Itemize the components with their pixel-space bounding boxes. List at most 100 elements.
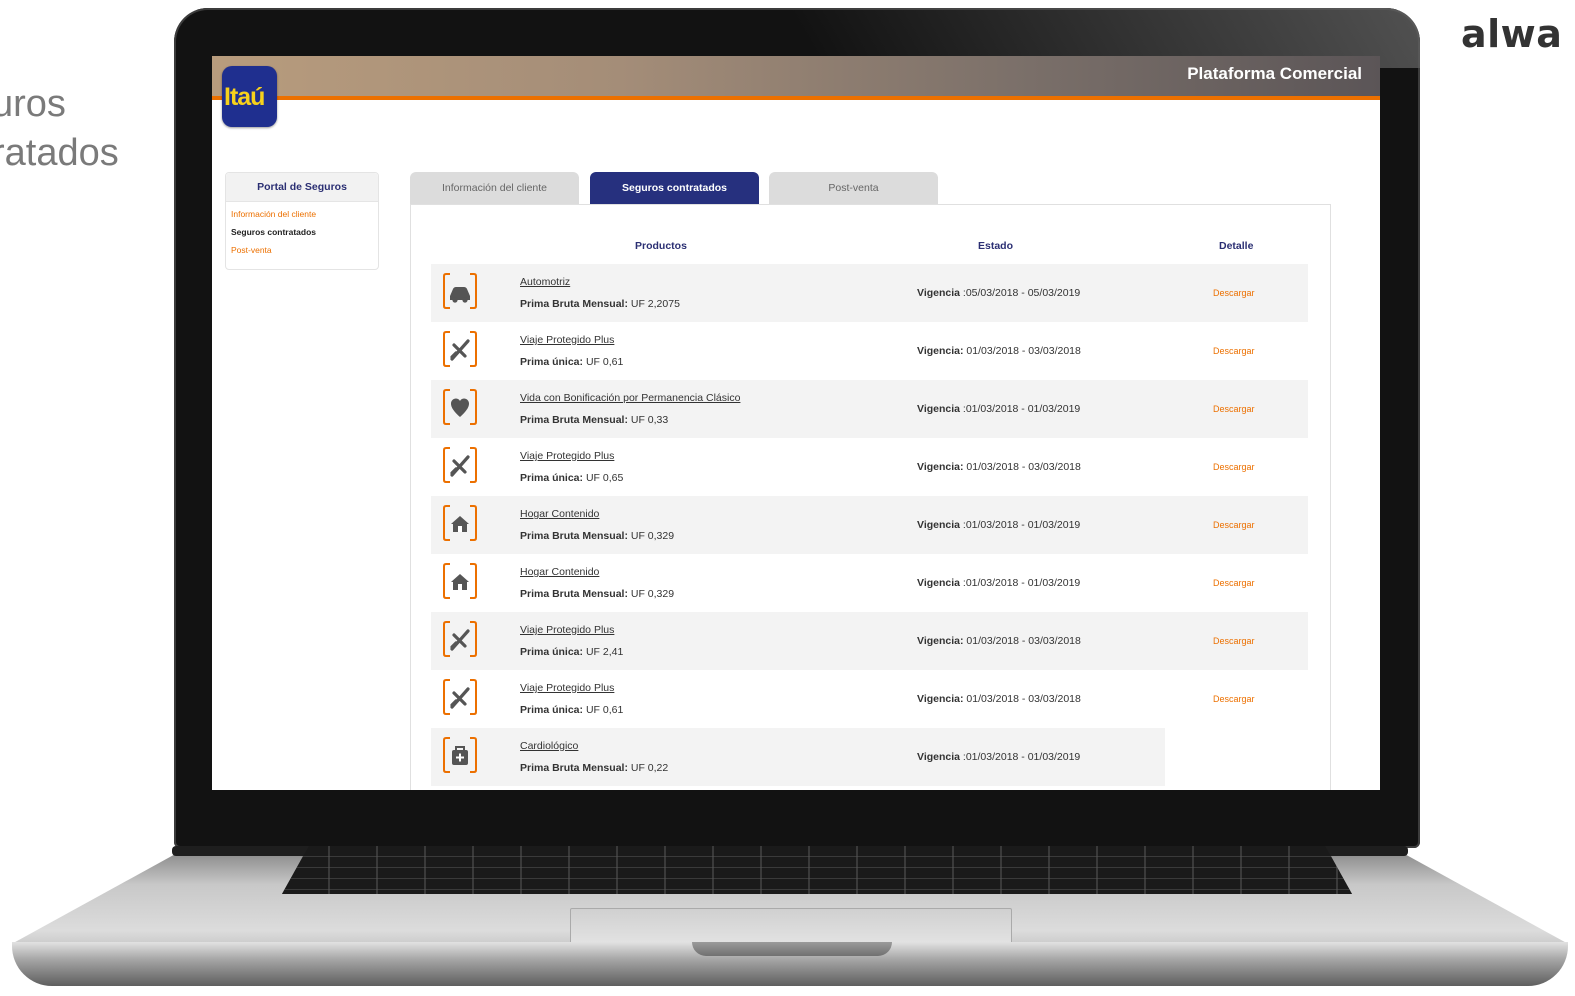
vigencia-dates: :01/03/2018 - 01/03/2019 [962,577,1081,589]
download-link[interactable]: Descargar [1213,404,1255,414]
slide-title-line-2: ratados [0,132,119,174]
laptop-screen: Plataforma Comercial Itaú Portal de Segu… [212,56,1380,790]
premium-label: Prima única: [520,646,584,658]
table-row: Hogar Contenido Prima Bruta Mensual: UF 0… [431,554,1308,612]
vigencia-label: Vigencia [917,751,960,763]
vigencia-dates: :05/03/2018 - 05/03/2019 [962,287,1081,299]
column-header-productos: Productos [635,240,687,252]
premium-value: UF 2,41 [585,646,624,658]
vigencia-label: Vigencia [917,287,960,299]
vigencia-dates: 01/03/2018 - 03/03/2018 [966,635,1081,647]
premium-label: Prima Bruta Mensual: [520,530,628,542]
slide-title: uros ratados [0,80,119,178]
vigencia-dates: :01/03/2018 - 01/03/2019 [962,751,1081,763]
itau-logo[interactable]: Itaú [222,66,277,127]
table-row: Viaje Protegido Plus Prima única: UF 0,61… [431,670,1308,728]
logo-text: Itaú [224,83,265,111]
premium-label: Prima Bruta Mensual: [520,588,628,600]
premium-label: Prima Bruta Mensual: [520,762,628,774]
table-row: Viaje Protegido Plus Prima única: UF 0,61… [431,322,1308,380]
vigencia-label: Vigencia: [917,461,964,473]
vigencia-status: Vigencia: 01/03/2018 - 03/03/2018 [917,461,1081,473]
column-header-estado: Estado [978,240,1014,252]
download-link[interactable]: Descargar [1213,520,1255,530]
table-row: Viaje Protegido Plus Prima única: UF 0,65… [431,438,1308,496]
premium-value: UF 0,329 [630,530,675,542]
brand-logo-text: alwa [1461,12,1563,56]
product-premium: Prima única: UF 0,61 [520,356,623,368]
house-icon [443,505,477,541]
vigencia-label: Vigencia: [917,345,964,357]
product-name-link[interactable]: Automotriz [520,276,570,288]
vigencia-status: Vigencia :01/03/2018 - 01/03/2019 [917,577,1080,589]
premium-value: UF 2,2075 [630,298,680,310]
trackpad [570,908,1012,944]
top-bar-accent-stripe [212,96,1380,100]
product-premium: Prima única: UF 0,65 [520,472,623,484]
column-header-detalle: Detalle [1219,240,1254,252]
sidebar-title: Portal de Seguros [226,173,378,202]
product-name-link[interactable]: Hogar Contenido [520,566,599,578]
premium-value: UF 0,33 [630,414,669,426]
sidebar-item-post-venta[interactable]: Post-venta [231,241,378,259]
vigencia-dates: 01/03/2018 - 03/03/2018 [966,461,1081,473]
premium-value: UF 0,61 [585,704,624,716]
tab-post-venta[interactable]: Post-venta [769,172,938,204]
table-row: Automotriz Prima Bruta Mensual: UF 2,2075… [431,264,1308,322]
tab-seguros-contratados[interactable]: Seguros contratados [590,172,759,204]
premium-value: UF 0,22 [630,762,669,774]
platform-title: Plataforma Comercial [1187,64,1362,83]
vigencia-label: Vigencia [917,403,960,415]
premium-label: Prima única: [520,472,584,484]
download-link[interactable]: Descargar [1213,578,1255,588]
tab-informacion-cliente[interactable]: Información del cliente [410,172,579,204]
product-name-link[interactable]: Viaje Protegido Plus [520,624,614,636]
download-link[interactable]: Descargar [1213,288,1255,298]
keyboard [282,846,1352,894]
sidebar-item-informacion-cliente[interactable]: Información del cliente [231,205,378,223]
premium-label: Prima única: [520,356,584,368]
product-name-link[interactable]: Viaje Protegido Plus [520,450,614,462]
sidebar: Portal de Seguros Información del client… [225,172,379,270]
product-name-link[interactable]: Vida con Bonificación por Permanencia Cl… [520,392,740,404]
plane-icon [443,447,477,483]
vigencia-status: Vigencia: 01/03/2018 - 03/03/2018 [917,635,1081,647]
download-link[interactable]: Descargar [1213,346,1255,356]
vigencia-dates: 01/03/2018 - 03/03/2018 [966,345,1081,357]
vigencia-label: Vigencia: [917,693,964,705]
top-bar: Plataforma Comercial [212,56,1380,96]
premium-value: UF 0,61 [585,356,624,368]
product-premium: Prima Bruta Mensual: UF 0,329 [520,588,674,600]
medical-kit-icon [443,737,477,773]
vigencia-status: Vigencia :05/03/2018 - 05/03/2019 [917,287,1080,299]
premium-label: Prima única: [520,704,584,716]
table-row: Hogar Contenido Prima Bruta Mensual: UF 0… [431,496,1308,554]
house-icon [443,563,477,599]
sidebar-item-seguros-contratados[interactable]: Seguros contratados [231,223,378,241]
vigencia-label: Vigencia [917,519,960,531]
vigencia-status: Vigencia: 01/03/2018 - 03/03/2018 [917,693,1081,705]
premium-label: Prima Bruta Mensual: [520,298,628,310]
opening-notch [692,942,892,956]
slide-title-line-1: uros [0,83,66,125]
laptop-base [12,846,1568,986]
download-link[interactable]: Descargar [1213,462,1255,472]
product-premium: Prima Bruta Mensual: UF 0,22 [520,762,668,774]
vigencia-status: Vigencia: 01/03/2018 - 03/03/2018 [917,345,1081,357]
premium-value: UF 0,65 [585,472,624,484]
car-icon [443,273,477,309]
table-row: Cardiológico Prima Bruta Mensual: UF 0,22… [431,728,1165,786]
download-link[interactable]: Descargar [1213,636,1255,646]
plane-icon [443,621,477,657]
product-name-link[interactable]: Viaje Protegido Plus [520,334,614,346]
product-name-link[interactable]: Viaje Protegido Plus [520,682,614,694]
vigencia-status: Vigencia :01/03/2018 - 01/03/2019 [917,751,1080,763]
download-link[interactable]: Descargar [1213,694,1255,704]
product-name-link[interactable]: Cardiológico [520,740,578,752]
product-premium: Prima única: UF 0,61 [520,704,623,716]
heart-icon [443,389,477,425]
product-name-link[interactable]: Hogar Contenido [520,508,599,520]
product-premium: Prima única: UF 2,41 [520,646,623,658]
vigencia-dates: :01/03/2018 - 01/03/2019 [962,403,1081,415]
plane-icon [443,331,477,367]
